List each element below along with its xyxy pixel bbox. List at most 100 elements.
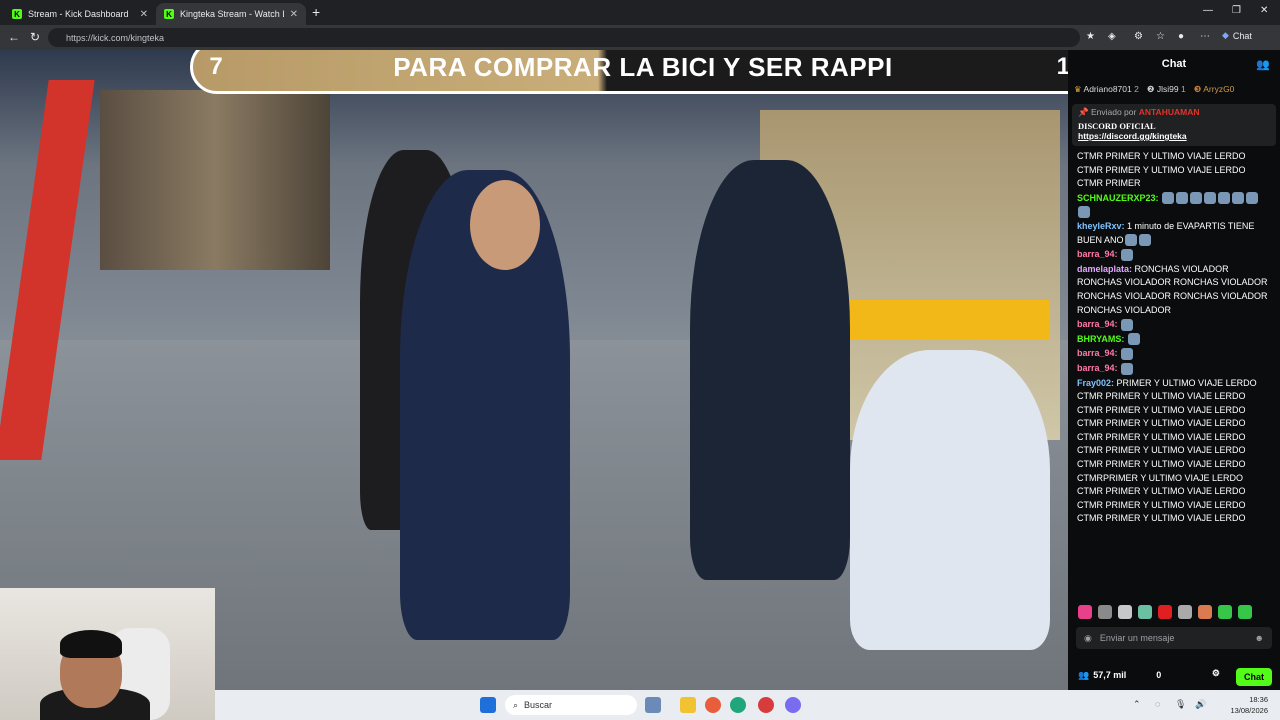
chat-footer: 👥 57,7 mil 0 ⚙ Chat	[1068, 660, 1280, 690]
gift-leaderboard: ♛ Adriano8701 2 ❷ Jlsi99 1 ❸ ArryzG0	[1068, 78, 1280, 100]
pinned-sent-by-user: ANTAHUAMAN	[1138, 107, 1200, 117]
browser-toolbar: ← ↻ https://kick.com/kingteka ★ ◈ ⚙ ☆ ● …	[0, 25, 1280, 50]
app-icon[interactable]	[758, 697, 774, 713]
leaderboard-entry[interactable]: ❷ Jlsi99 1	[1147, 84, 1186, 95]
settings-gear-icon[interactable]: ⚙	[1212, 668, 1220, 679]
overlay-right-number: 15	[1056, 53, 1068, 80]
more-menu-icon[interactable]: ⋯	[1200, 31, 1210, 42]
quick-emote-icon[interactable]	[1158, 605, 1172, 619]
quick-emote-icon[interactable]	[1098, 605, 1112, 619]
emoji-picker-icon[interactable]: ☻	[1255, 633, 1264, 643]
chat-username[interactable]: barra_94:	[1077, 249, 1118, 259]
quick-emote-icon[interactable]	[1118, 605, 1132, 619]
chat-username[interactable]: barra_94:	[1077, 363, 1118, 373]
chat-message: SCHNAUZERXP23:	[1077, 192, 1270, 219]
edge-icon[interactable]	[730, 697, 746, 713]
profile-icon[interactable]: ●	[1178, 31, 1184, 42]
task-view-icon[interactable]	[645, 697, 661, 713]
discord-icon[interactable]	[785, 697, 801, 713]
overlay-left-number: 7	[209, 53, 223, 80]
chat-username[interactable]: barra_94:	[1077, 348, 1118, 358]
minimize-button[interactable]: —	[1203, 5, 1213, 16]
video-background-shelf	[100, 90, 330, 270]
browser-tab-strip: K Stream - Kick Dashboard ✕ K Kingteka S…	[0, 0, 1280, 25]
chat-emote-icon	[1218, 192, 1231, 205]
chat-message: CTMR PRIMER Y ULTIMO VIAJE LERDO CTMR PR…	[1077, 150, 1270, 191]
chat-emote-icon	[1232, 192, 1245, 205]
chat-username[interactable]: Fray002:	[1077, 378, 1114, 388]
url-text: https://kick.com/kingteka	[66, 32, 165, 43]
webcam-hair	[60, 630, 122, 658]
viewers-icon: 👥	[1078, 669, 1090, 680]
quick-emote-icon[interactable]	[1078, 605, 1092, 619]
clock-time: 18:36	[1249, 695, 1268, 704]
chat-header: Chat 👥	[1068, 50, 1280, 78]
chat-emote-icon	[1078, 206, 1090, 218]
chat-username[interactable]: SCHNAUZERXP23:	[1077, 193, 1159, 203]
webcam-overlay	[0, 588, 215, 720]
tray-chevron-icon[interactable]: ⌃	[1133, 699, 1141, 710]
close-tab-icon[interactable]: ✕	[290, 9, 298, 20]
chat-username[interactable]: BHRYAMS:	[1077, 334, 1124, 344]
quick-emote-icon[interactable]	[1198, 605, 1212, 619]
quick-emote-icon[interactable]	[1238, 605, 1252, 619]
extension-icon[interactable]: ◈	[1108, 31, 1116, 42]
speaker-icon[interactable]: 🔊	[1195, 699, 1206, 710]
favorites-icon[interactable]: ☆	[1156, 31, 1165, 42]
quick-emote-icon[interactable]	[1138, 605, 1152, 619]
puzzle-icon[interactable]: ⚙	[1134, 31, 1143, 42]
network-icon[interactable]: ◌	[1155, 699, 1160, 709]
taskbar-clock[interactable]: 18:36 13/08/2026	[1230, 694, 1268, 716]
pinned-link[interactable]: https://discord.gg/kingteka	[1078, 131, 1270, 141]
leaderboard-entry[interactable]: ♛ Adriano8701 2	[1074, 84, 1139, 95]
tab-kick-dashboard[interactable]: K Stream - Kick Dashboard ✕	[4, 3, 156, 25]
send-chat-button[interactable]: Chat	[1236, 668, 1272, 686]
back-icon[interactable]: ←	[8, 30, 20, 44]
copilot-chat-button[interactable]: ◆ Chat	[1222, 30, 1252, 41]
medal-icon: ❷	[1146, 83, 1155, 94]
chrome-icon[interactable]	[705, 697, 721, 713]
file-explorer-icon[interactable]	[680, 697, 696, 713]
mic-icon[interactable]: 🎙	[1175, 699, 1186, 710]
leaderboard-entry[interactable]: ❸ ArryzG0	[1194, 84, 1235, 95]
windows-taskbar: ⌕ Buscar ⌃ ◌ 🎙 🔊 18:36 13/08/2026	[215, 690, 1280, 720]
chat-message: barra_94:	[1077, 248, 1270, 262]
channel-points: 0	[1156, 670, 1162, 680]
quick-emote-icon[interactable]	[1218, 605, 1232, 619]
stream-overlay-banner: 7 PARA COMPRAR LA BICI Y SER RAPPI 15	[190, 50, 1068, 94]
reload-icon[interactable]: ↻	[30, 30, 40, 44]
chat-message: barra_94:	[1077, 318, 1270, 332]
taskbar-search-label: Buscar	[524, 700, 553, 710]
chat-emote-icon	[1246, 192, 1259, 205]
chat-emote-icon	[1176, 192, 1189, 205]
maximize-button[interactable]: ❐	[1232, 5, 1241, 16]
close-window-button[interactable]: ✕	[1260, 5, 1268, 16]
chat-message: Fray002: PRIMER Y ULTIMO VIAJE LERDO CTM…	[1077, 377, 1270, 527]
windows-start-icon[interactable]	[480, 697, 496, 713]
chat-message: damelaplata: RONCHAS VIOLADOR RONCHAS VI…	[1077, 263, 1270, 317]
chat-username[interactable]: damelaplata:	[1077, 264, 1132, 274]
crown-icon: ♛	[1074, 83, 1082, 94]
chat-message-text: CTMR PRIMER Y ULTIMO VIAJE LERDO CTMR PR…	[1077, 151, 1246, 189]
address-bar[interactable]: https://kick.com/kingteka	[48, 28, 1080, 47]
pinned-title: DISCORD OFICIAL	[1078, 121, 1156, 131]
pinned-sent-by-label: Enviado por	[1090, 107, 1137, 117]
pinned-message[interactable]: 📌 Enviado por ANTAHUAMAN DISCORD OFICIAL…	[1072, 104, 1276, 146]
emote-quick-bar	[1078, 605, 1252, 619]
chat-emote-icon	[1204, 192, 1217, 205]
video-person	[850, 350, 1050, 650]
chat-username[interactable]: kheyleRxv:	[1077, 221, 1125, 231]
close-tab-icon[interactable]: ✕	[140, 9, 148, 20]
tab-kingteka-stream[interactable]: K Kingteka Stream - Watch Live on K ✕	[156, 3, 306, 25]
taskbar-search[interactable]: ⌕ Buscar	[505, 695, 637, 715]
new-tab-button[interactable]: +	[312, 4, 320, 20]
chat-input[interactable]: ◉ Enviar un mensaje ☻	[1076, 627, 1272, 649]
medal-icon: ❸	[1193, 83, 1202, 94]
users-icon[interactable]: 👥	[1256, 58, 1270, 71]
chat-emote-icon	[1121, 347, 1134, 360]
chat-username[interactable]: barra_94:	[1077, 319, 1118, 329]
chat-message-text: PRIMER Y ULTIMO VIAJE LERDO CTMR PRIMER …	[1077, 377, 1257, 524]
quick-emote-icon[interactable]	[1178, 605, 1192, 619]
bookmark-star-icon[interactable]: ★	[1086, 31, 1095, 42]
chat-emote-icon	[1127, 333, 1140, 346]
